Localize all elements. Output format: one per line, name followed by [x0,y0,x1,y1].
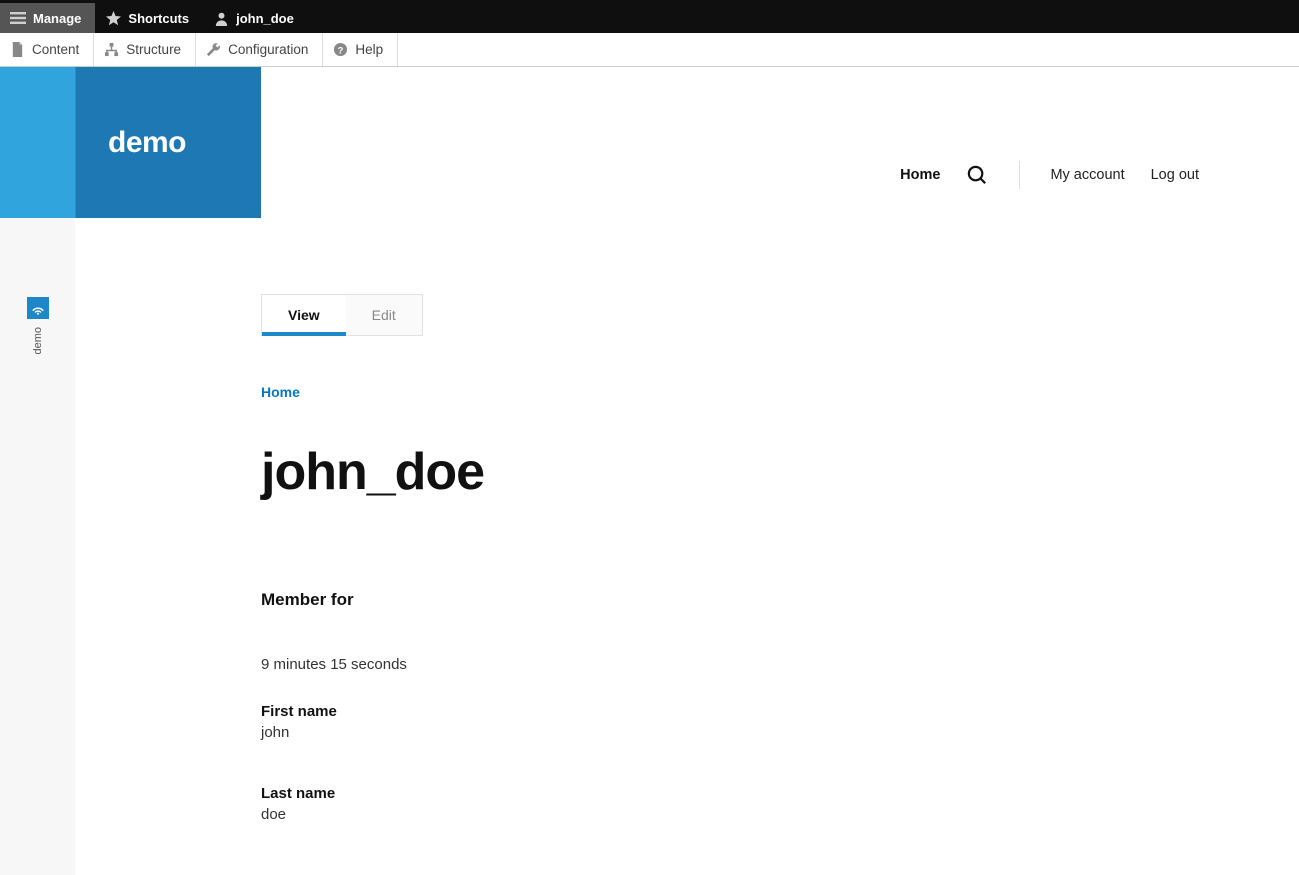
admin-subtoolbar: Content Structure Configuration ? Help [0,33,1299,67]
site-logo-block[interactable]: demo [0,67,261,218]
structure-icon [104,42,119,57]
content-label: Content [32,42,79,57]
profile-fields: Member for 9 minutes 15 seconds First na… [261,590,1179,823]
first-name-value: john [261,724,1179,741]
help-label: Help [355,42,383,57]
hamburger-icon [10,10,26,26]
nav-home[interactable]: Home [900,167,940,183]
search-icon[interactable] [966,164,989,187]
structure-menu[interactable]: Structure [94,33,196,66]
star-icon [105,10,121,26]
sidebar-tab-label: demo [32,327,44,355]
wifi-icon [27,297,49,319]
person-icon [213,10,229,26]
configuration-label: Configuration [228,42,308,57]
tab-view[interactable]: View [262,295,346,335]
shortcuts-label: Shortcuts [128,11,189,26]
breadcrumb-home[interactable]: Home [261,384,1179,400]
configuration-menu[interactable]: Configuration [196,33,323,66]
shortcuts-tab[interactable]: Shortcuts [95,3,203,33]
svg-text:?: ? [338,45,344,55]
manage-tab[interactable]: Manage [0,3,95,33]
site-logo-text: demo [108,126,186,160]
tab-edit[interactable]: Edit [346,295,422,335]
structure-label: Structure [126,42,181,57]
admin-toolbar: Manage Shortcuts john_doe [0,0,1299,33]
nav-divider [1019,161,1020,189]
last-name-value: doe [261,806,1179,823]
primary-tabs: View Edit [261,294,423,336]
manage-label: Manage [33,11,81,26]
content-region: View Edit Home john_doe Member for 9 min… [261,294,1179,823]
user-tab[interactable]: john_doe [203,3,308,33]
member-for-label: Member for [261,590,1179,610]
help-icon: ? [333,42,348,57]
first-name-label: First name [261,703,1179,720]
nav-log-out[interactable]: Log out [1151,167,1199,183]
sidebar-tab-demo[interactable]: demo [27,297,49,355]
main-column: demo Home My account Log out View Edit H… [75,67,1299,875]
user-label: john_doe [236,11,294,26]
nav-my-account[interactable]: My account [1050,167,1124,183]
wrench-icon [206,42,221,57]
help-menu[interactable]: ? Help [323,33,398,66]
top-navigation: Home My account Log out [900,161,1199,189]
content-menu[interactable]: Content [0,33,94,66]
page-title: john_doe [261,442,1179,502]
page-icon [10,42,25,57]
member-for-value: 9 minutes 15 seconds [261,656,1179,673]
last-name-label: Last name [261,785,1179,802]
